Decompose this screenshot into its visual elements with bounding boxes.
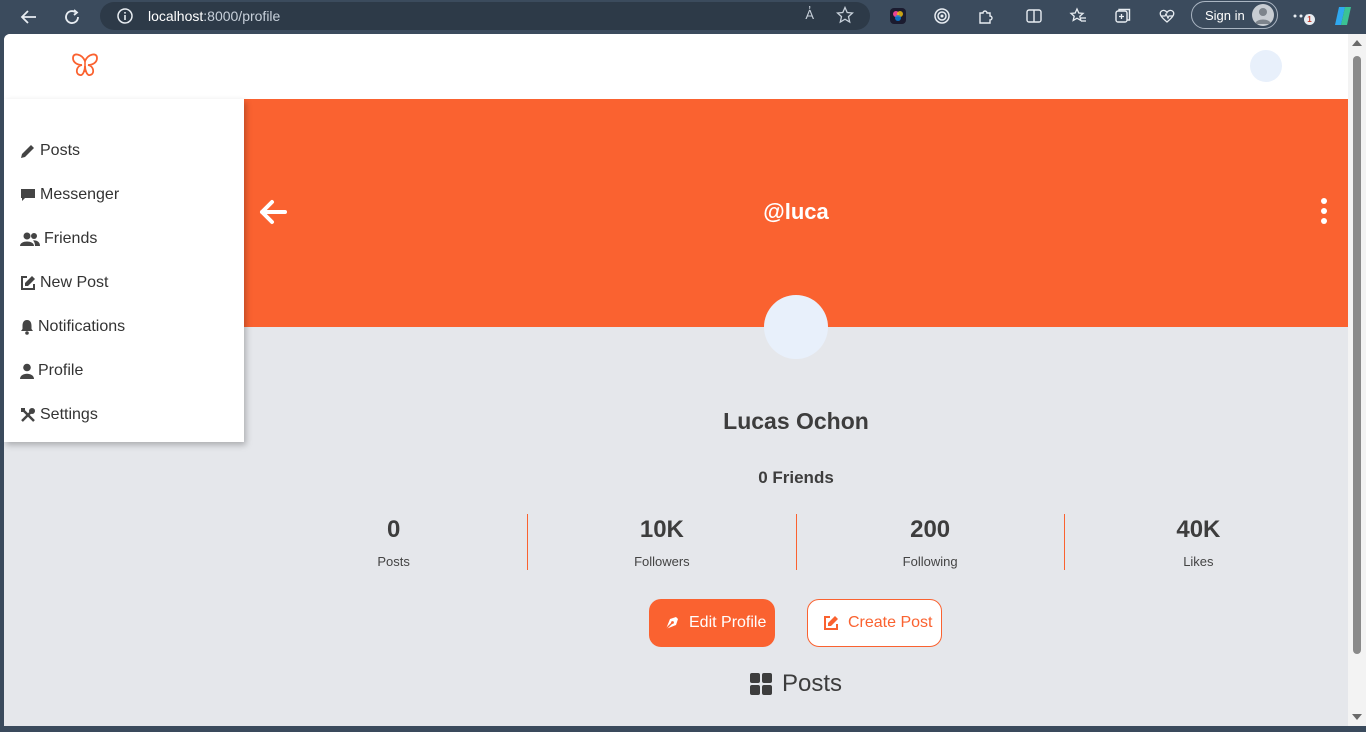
page-scrollbar[interactable] (1348, 34, 1366, 726)
edit-square-icon (21, 276, 35, 290)
sidebar-item-label: Posts (40, 142, 81, 159)
stat-posts[interactable]: 0 Posts (260, 514, 529, 570)
back-icon[interactable] (14, 3, 42, 31)
edit-square-icon (824, 616, 838, 630)
pen-nib-icon (665, 617, 678, 630)
stat-likes[interactable]: 40K Likes (1065, 514, 1332, 570)
favorites-icon[interactable] (1067, 5, 1089, 27)
kebab-menu-icon[interactable] (1321, 198, 1329, 228)
split-screen-icon[interactable] (1023, 5, 1045, 27)
collections-icon[interactable] (1112, 5, 1134, 27)
edit-profile-button[interactable]: Edit Profile (649, 599, 775, 647)
site-info-icon[interactable] (116, 7, 134, 30)
scroll-down-icon[interactable] (1352, 714, 1362, 720)
scroll-up-icon[interactable] (1352, 40, 1362, 46)
browser-essentials-icon[interactable] (1156, 5, 1178, 27)
sidebar-item-label: Settings (40, 406, 98, 423)
posts-heading-label: Posts (782, 670, 843, 697)
stat-label: Posts (377, 554, 410, 569)
profile-handle: @luca (763, 199, 829, 224)
tools-icon (21, 408, 35, 422)
stat-value: 40K (1176, 516, 1221, 543)
message-icon (21, 189, 35, 201)
sign-in-button[interactable]: Sign in (1191, 1, 1278, 29)
copilot-icon[interactable] (1332, 5, 1354, 27)
scrollbar-thumb[interactable] (1353, 56, 1361, 654)
refresh-icon[interactable] (58, 3, 86, 31)
user-icon (20, 363, 34, 379)
stat-label: Followers (634, 554, 690, 569)
profile-avatar-icon (1252, 4, 1274, 26)
favorite-star-icon[interactable] (835, 5, 855, 29)
sidebar-item-label: New Post (40, 274, 109, 291)
butterfly-logo-icon[interactable] (70, 52, 100, 85)
sidebar-item-profile[interactable]: Profile (20, 359, 83, 383)
sidebar-item-label: Notifications (38, 318, 126, 335)
notification-badge: 1 (1304, 14, 1315, 25)
profile-cover: @luca (244, 99, 1348, 327)
profile-stats: 0 Posts 10K Followers 200 Following 40K … (260, 514, 1332, 570)
sidebar-item-notifications[interactable]: Notifications (20, 315, 125, 339)
sidebar-item-label: Profile (38, 362, 84, 379)
profile-avatar[interactable] (764, 295, 828, 359)
stat-value: 0 (386, 516, 401, 543)
extension-color-icon[interactable] (887, 5, 909, 27)
extensions-puzzle-icon[interactable] (975, 5, 997, 27)
browser-toolbar: localhost:8000/profile A̓ Sign in 1 (0, 0, 1366, 34)
pencil-icon (21, 145, 34, 158)
app-header (4, 34, 1348, 99)
page-viewport: @luca Lucas Ochon 0 Friends 0 Posts 10K … (4, 34, 1348, 726)
stat-following[interactable]: 200 Following (797, 514, 1065, 570)
sidebar-item-messenger[interactable]: Messenger (20, 183, 119, 207)
stat-followers[interactable]: 10K Followers (528, 514, 797, 570)
edit-profile-label: Edit Profile (689, 614, 767, 631)
stat-label: Following (902, 554, 958, 569)
target-icon[interactable] (931, 5, 953, 27)
url-text: localhost:8000/profile (148, 8, 281, 24)
sign-in-label: Sign in (1205, 7, 1245, 23)
bell-icon (21, 320, 33, 335)
stat-label: Likes (1183, 554, 1214, 569)
create-post-label: Create Post (848, 614, 933, 631)
read-aloud-icon[interactable]: A̓ (805, 7, 814, 22)
sidebar-item-friends[interactable]: Friends (20, 227, 97, 251)
posts-section-heading: Posts (750, 670, 842, 698)
user-avatar[interactable] (1250, 50, 1282, 82)
friends-count[interactable]: 0 Friends (244, 468, 1348, 488)
stat-value: 200 (910, 516, 951, 543)
sidebar-item-label: Friends (44, 230, 98, 247)
sidebar-item-new-post[interactable]: New Post (20, 271, 108, 295)
sidebar-item-label: Messenger (40, 186, 120, 203)
users-icon (20, 232, 40, 246)
sidebar-menu: Posts Messenger Friends New Post Notific… (4, 99, 244, 442)
profile-name: Lucas Ochon (723, 408, 869, 434)
create-post-button[interactable]: Create Post (807, 599, 942, 647)
sidebar-item-posts[interactable]: Posts (20, 139, 80, 163)
sidebar-item-settings[interactable]: Settings (20, 403, 98, 427)
grid-icon (750, 673, 772, 695)
stat-value: 10K (639, 516, 684, 543)
address-bar[interactable]: localhost:8000/profile A̓ (100, 2, 870, 30)
